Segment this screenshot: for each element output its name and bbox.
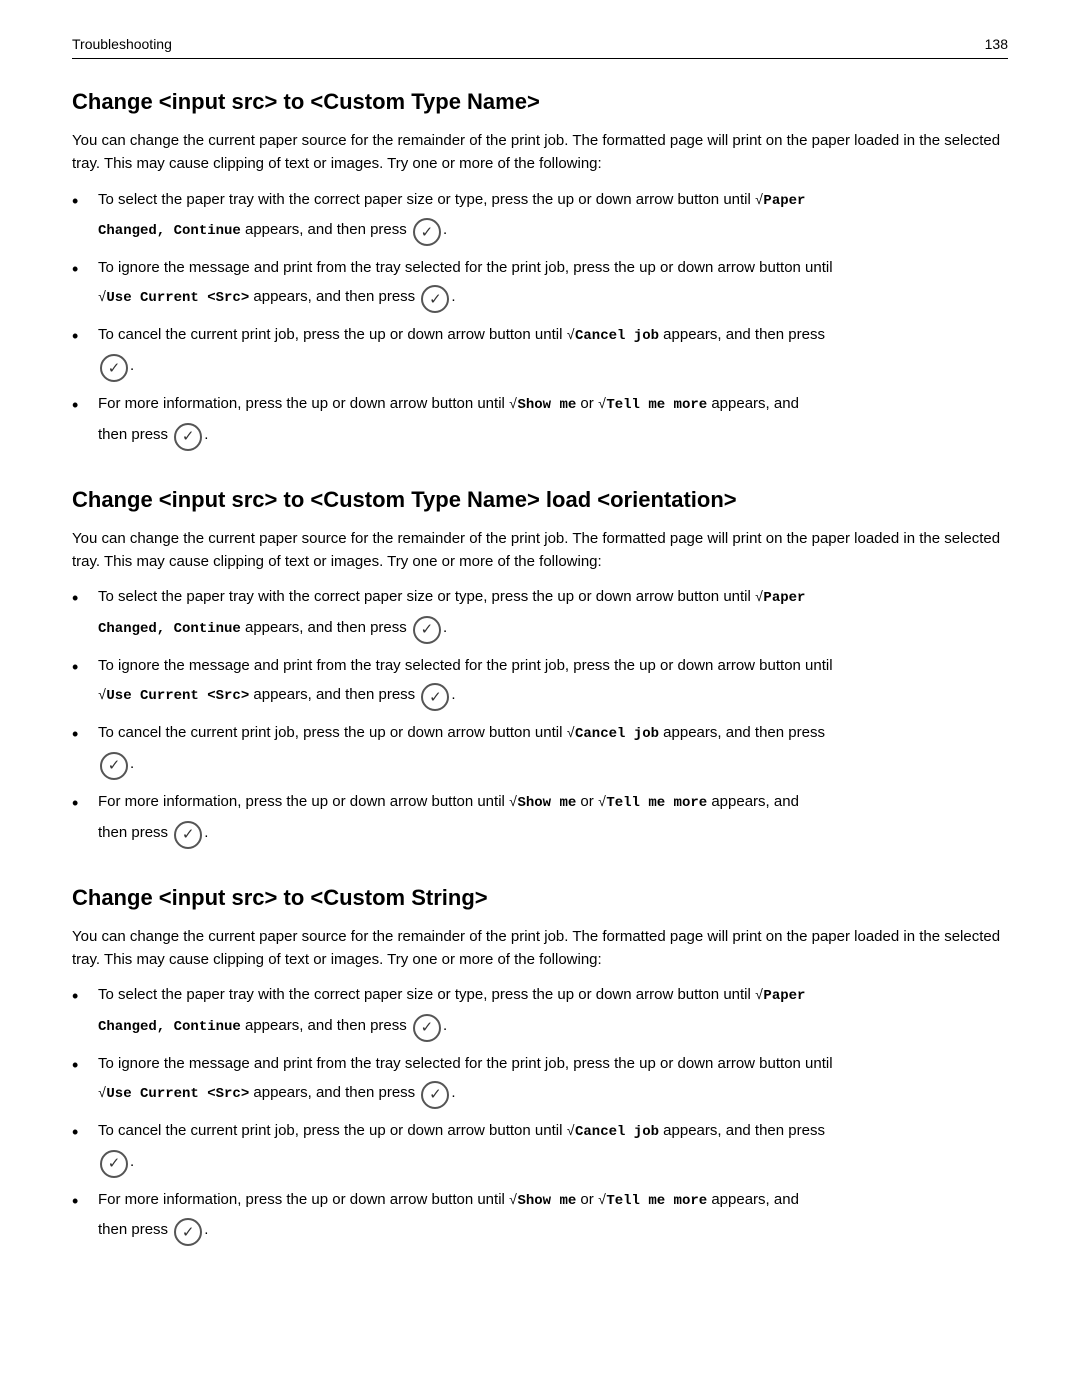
check-button-icon (174, 821, 202, 849)
section-1-body: You can change the current paper source … (72, 129, 1008, 176)
check-block: . (98, 750, 1008, 778)
then-press-block: then press . (98, 1216, 1008, 1244)
list-item: • To cancel the current print job, press… (72, 1119, 1008, 1178)
list-item: • For more information, press the up or … (72, 790, 1008, 849)
code-text: √Paper (755, 590, 805, 606)
code-text: Changed, Continue (98, 1019, 241, 1035)
code-text: √Show me (509, 397, 576, 413)
check-button-icon (100, 354, 128, 382)
section-3-title: Change <input src> to <Custom String> (72, 885, 1008, 911)
section-1-title: Change <input src> to <Custom Type Name> (72, 89, 1008, 115)
bullet-content: To ignore the message and print from the… (98, 1052, 1008, 1109)
check-button-icon (174, 1218, 202, 1246)
section-2-body: You can change the current paper source … (72, 527, 1008, 574)
bullet-dot: • (72, 723, 90, 746)
bullet-content: To ignore the message and print from the… (98, 654, 1008, 711)
then-press-block: then press . (98, 421, 1008, 449)
header-title: Troubleshooting (72, 36, 172, 52)
bullet-dot: • (72, 394, 90, 417)
section-2-bullets: • To select the paper tray with the corr… (72, 585, 1008, 848)
code-text: √Use Current <Src> (98, 1086, 249, 1102)
bullet-dot: • (72, 792, 90, 815)
bullet-content: For more information, press the up or do… (98, 392, 1008, 451)
check-button-icon (421, 683, 449, 711)
bullet-dot: • (72, 190, 90, 213)
bullet-dot: • (72, 656, 90, 679)
code-text: √Tell me more (598, 1193, 707, 1209)
bullet-content: For more information, press the up or do… (98, 790, 1008, 849)
bullet-dot: • (72, 1054, 90, 1077)
list-item: • For more information, press the up or … (72, 1188, 1008, 1247)
list-item: • To ignore the message and print from t… (72, 654, 1008, 711)
code-text: √Cancel job (567, 1124, 659, 1140)
list-item: • To cancel the current print job, press… (72, 323, 1008, 382)
code-text: √Show me (509, 1193, 576, 1209)
check-button-icon (421, 1081, 449, 1109)
bullet-content: To select the paper tray with the correc… (98, 983, 1008, 1042)
code-text: √Tell me more (598, 795, 707, 811)
list-item: • To select the paper tray with the corr… (72, 188, 1008, 247)
list-item: • To cancel the current print job, press… (72, 721, 1008, 780)
then-press-block: then press . (98, 819, 1008, 847)
section-1: Change <input src> to <Custom Type Name>… (72, 89, 1008, 451)
code-text: Changed, Continue (98, 621, 241, 637)
code-block: Changed, Continue appears, and then pres… (98, 614, 1008, 642)
check-button-icon (413, 616, 441, 644)
bullet-content: To cancel the current print job, press t… (98, 1119, 1008, 1178)
bullet-content: To cancel the current print job, press t… (98, 721, 1008, 780)
page-header: Troubleshooting 138 (72, 36, 1008, 59)
check-button-icon (100, 752, 128, 780)
bullet-content: To cancel the current print job, press t… (98, 323, 1008, 382)
code-block: Changed, Continue appears, and then pres… (98, 1012, 1008, 1040)
code-text: √Use Current <Src> (98, 688, 249, 704)
check-button-icon (100, 1150, 128, 1178)
bullet-dot: • (72, 1190, 90, 1213)
list-item: • To select the paper tray with the corr… (72, 983, 1008, 1042)
bullet-content: For more information, press the up or do… (98, 1188, 1008, 1247)
bullet-dot: • (72, 325, 90, 348)
section-2-title: Change <input src> to <Custom Type Name>… (72, 487, 1008, 513)
check-block: . (98, 352, 1008, 380)
section-2: Change <input src> to <Custom Type Name>… (72, 487, 1008, 849)
check-block: . (98, 1148, 1008, 1176)
section-1-bullets: • To select the paper tray with the corr… (72, 188, 1008, 451)
check-button-icon (174, 423, 202, 451)
code-text: √Show me (509, 795, 576, 811)
bullet-dot: • (72, 985, 90, 1008)
bullet-content: To select the paper tray with the correc… (98, 188, 1008, 247)
list-item: • To ignore the message and print from t… (72, 1052, 1008, 1109)
code-block: Changed, Continue appears, and then pres… (98, 216, 1008, 244)
section-3-body: You can change the current paper source … (72, 925, 1008, 972)
bullet-content: To select the paper tray with the correc… (98, 585, 1008, 644)
section-3: Change <input src> to <Custom String> Yo… (72, 885, 1008, 1247)
code-text: √Tell me more (598, 397, 707, 413)
check-button-icon (413, 1014, 441, 1042)
bullet-dot: • (72, 587, 90, 610)
section-3-bullets: • To select the paper tray with the corr… (72, 983, 1008, 1246)
check-button-icon (421, 285, 449, 313)
page: Troubleshooting 138 Change <input src> t… (0, 0, 1080, 1397)
bullet-dot: • (72, 1121, 90, 1144)
check-button-icon (413, 218, 441, 246)
list-item: • For more information, press the up or … (72, 392, 1008, 451)
code-block: √Use Current <Src> appears, and then pre… (98, 1079, 1008, 1107)
code-text: √Paper (755, 988, 805, 1004)
code-text: Changed, Continue (98, 223, 241, 239)
bullet-dot: • (72, 258, 90, 281)
code-block: √Use Current <Src> appears, and then pre… (98, 681, 1008, 709)
list-item: • To ignore the message and print from t… (72, 256, 1008, 313)
code-text: √Use Current <Src> (98, 290, 249, 306)
header-page-number: 138 (985, 36, 1008, 52)
code-text: √Cancel job (567, 328, 659, 344)
code-block: √Use Current <Src> appears, and then pre… (98, 283, 1008, 311)
code-text: √Cancel job (567, 726, 659, 742)
list-item: • To select the paper tray with the corr… (72, 585, 1008, 644)
code-text: √Paper (755, 193, 805, 209)
bullet-content: To ignore the message and print from the… (98, 256, 1008, 313)
